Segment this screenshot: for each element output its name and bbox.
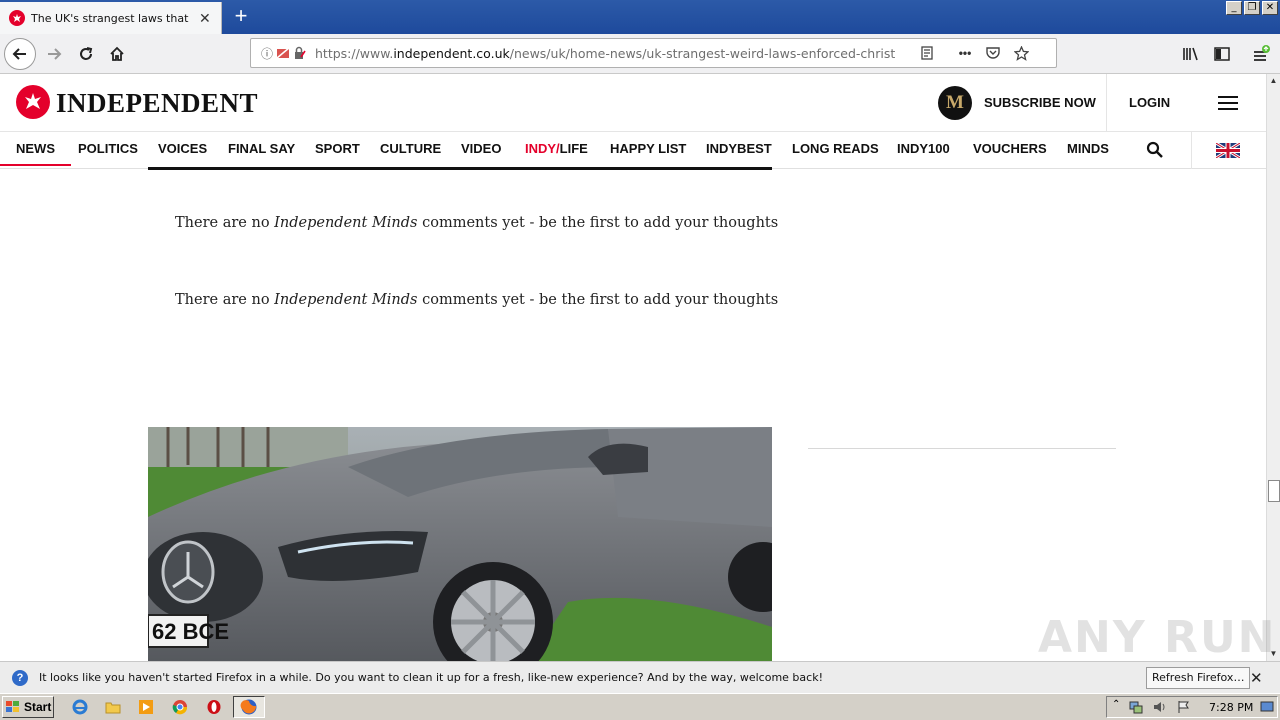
refresh-firefox-button[interactable]: Refresh Firefox… bbox=[1146, 667, 1251, 689]
sidebar-button[interactable] bbox=[1206, 38, 1238, 70]
library-button[interactable] bbox=[1175, 38, 1207, 70]
login-link[interactable]: LOGIN bbox=[1129, 95, 1170, 110]
nav-voices[interactable]: VOICES bbox=[158, 141, 207, 156]
nav-video[interactable]: VIDEO bbox=[461, 141, 501, 156]
browser-toolbar: ⓘ https://www.independent.co.uk/news/uk/… bbox=[0, 34, 1280, 74]
opera-icon[interactable] bbox=[205, 698, 223, 716]
taskbar-clock[interactable]: 7:28 PM bbox=[1209, 701, 1253, 714]
chrome-icon[interactable] bbox=[171, 698, 189, 716]
blocked-media-icon[interactable] bbox=[275, 45, 291, 61]
nav-indybest[interactable]: INDYBEST bbox=[706, 141, 772, 156]
menu-button[interactable] bbox=[1245, 38, 1277, 70]
nav-indy-life[interactable]: INDY/LIFE bbox=[525, 141, 588, 156]
show-desktop-icon[interactable] bbox=[1260, 701, 1274, 713]
nav-culture[interactable]: CULTURE bbox=[380, 141, 441, 156]
page-actions-icon[interactable]: ••• bbox=[957, 45, 973, 61]
forward-button[interactable] bbox=[38, 38, 70, 70]
article-top-rule bbox=[148, 167, 772, 170]
nav-news[interactable]: NEWS bbox=[0, 141, 71, 166]
question-icon: ? bbox=[12, 669, 28, 686]
nav-final-say[interactable]: FINAL SAY bbox=[228, 141, 295, 156]
nav-long-reads[interactable]: LONG READS bbox=[792, 141, 879, 156]
scrollbar-thumb[interactable] bbox=[1268, 480, 1280, 502]
home-button[interactable] bbox=[101, 38, 133, 70]
restore-button[interactable]: ❐ bbox=[1244, 1, 1260, 15]
bookmark-star-icon[interactable] bbox=[1013, 45, 1029, 61]
site-logo-wordmark[interactable]: INDEPENDENT bbox=[56, 88, 258, 119]
system-tray: ⌃ 7:28 PM bbox=[1106, 696, 1278, 718]
firefox-notification-bar: ? It looks like you haven't started Fire… bbox=[0, 661, 1280, 693]
browser-tab[interactable]: The UK's strangest laws that are s ✕ bbox=[0, 2, 222, 34]
search-icon[interactable] bbox=[1146, 141, 1164, 159]
tray-expand-icon[interactable]: ⌃ bbox=[1112, 699, 1120, 710]
hamburger-update-icon bbox=[1254, 45, 1270, 61]
uk-flag-icon[interactable] bbox=[1216, 143, 1240, 158]
vertical-scrollbar[interactable]: ▲ ▼ bbox=[1266, 74, 1280, 661]
nav-divider bbox=[1191, 132, 1192, 169]
windows-taskbar: Start ⌃ 7:28 PM bbox=[0, 693, 1280, 720]
firefox-icon bbox=[240, 699, 257, 715]
nav-indy100[interactable]: INDY100 bbox=[897, 141, 950, 156]
folder-icon[interactable] bbox=[104, 698, 122, 716]
forward-arrow-icon bbox=[48, 48, 62, 60]
tab-close-icon[interactable]: ✕ bbox=[199, 10, 211, 27]
article-car-image[interactable]: 62 BCE bbox=[148, 427, 772, 661]
url-text[interactable]: https://www.independent.co.uk/news/uk/ho… bbox=[315, 46, 895, 61]
scroll-up-icon[interactable]: ▲ bbox=[1267, 74, 1280, 88]
notification-text: It looks like you haven't started Firefo… bbox=[39, 671, 823, 684]
library-icon bbox=[1183, 47, 1198, 61]
sidebar-icon bbox=[1214, 47, 1230, 61]
tab-title: The UK's strangest laws that are s bbox=[31, 11, 189, 25]
section-nav: NEWS POLITICS VOICES FINAL SAY SPORT CUL… bbox=[0, 132, 1266, 169]
insecure-lock-icon[interactable] bbox=[291, 45, 307, 61]
minimize-button[interactable]: _ bbox=[1226, 1, 1242, 15]
reader-view-icon[interactable] bbox=[919, 45, 935, 61]
anyrun-watermark: ANY RUN bbox=[1038, 612, 1277, 663]
header-divider bbox=[1106, 74, 1107, 132]
home-icon bbox=[110, 46, 124, 61]
nav-happy-list[interactable]: HAPPY LIST bbox=[610, 141, 686, 156]
close-notification-icon[interactable]: ✕ bbox=[1250, 669, 1263, 687]
firefox-taskbar-button[interactable] bbox=[233, 696, 265, 718]
reload-button[interactable] bbox=[70, 38, 102, 70]
network-icon[interactable] bbox=[1129, 700, 1143, 714]
nav-minds[interactable]: MINDS bbox=[1067, 141, 1109, 156]
reload-icon bbox=[80, 47, 93, 60]
sidebar-divider bbox=[808, 448, 1116, 449]
new-tab-button[interactable]: + bbox=[228, 4, 254, 30]
subscribe-link[interactable]: SUBSCRIBE NOW bbox=[984, 95, 1096, 110]
nav-sport[interactable]: SPORT bbox=[315, 141, 360, 156]
nav-vouchers[interactable]: VOUCHERS bbox=[973, 141, 1047, 156]
close-window-button[interactable]: ✕ bbox=[1262, 1, 1278, 15]
comments-empty-message: There are no Independent Minds comments … bbox=[175, 292, 779, 308]
start-button[interactable]: Start bbox=[2, 696, 54, 718]
independent-eagle-icon bbox=[9, 10, 25, 26]
volume-icon[interactable] bbox=[1153, 700, 1167, 714]
back-arrow-icon bbox=[12, 48, 26, 60]
browser-titlebar: The UK's strangest laws that are s ✕ + _… bbox=[0, 0, 1280, 34]
ie-icon[interactable] bbox=[71, 698, 89, 716]
action-center-flag-icon[interactable] bbox=[1177, 700, 1191, 714]
back-button[interactable] bbox=[4, 38, 36, 70]
address-bar[interactable]: ⓘ https://www.independent.co.uk/news/uk/… bbox=[250, 38, 1057, 68]
independent-eagle-logo[interactable] bbox=[16, 85, 50, 119]
comments-empty-message: There are no Independent Minds comments … bbox=[175, 215, 779, 231]
media-player-icon[interactable] bbox=[137, 698, 155, 716]
info-icon[interactable]: ⓘ bbox=[259, 45, 275, 61]
site-menu-icon[interactable] bbox=[1218, 96, 1238, 110]
windows-logo-icon bbox=[6, 701, 19, 712]
nav-politics[interactable]: POLITICS bbox=[78, 141, 138, 156]
site-header: INDEPENDENT M SUBSCRIBE NOW LOGIN bbox=[0, 74, 1266, 132]
pocket-icon[interactable] bbox=[985, 45, 1001, 61]
license-plate-text: 62 BCE bbox=[152, 619, 229, 644]
subscribe-badge[interactable]: M bbox=[938, 86, 972, 120]
